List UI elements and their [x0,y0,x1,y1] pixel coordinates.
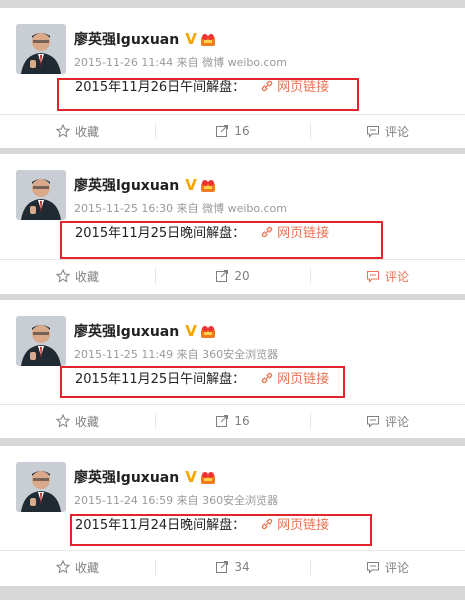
avatar[interactable] [16,316,66,366]
forward-icon [216,415,229,427]
avatar[interactable] [16,462,66,512]
favorite-label: 收藏 [74,269,99,284]
author-name[interactable]: 廖英强lguxuan [74,175,179,195]
web-link-label: 网页链接 [277,226,330,241]
link-clip-icon [261,372,273,383]
comment-label: 评论 [384,269,409,284]
forward-button[interactable]: 16 [155,115,310,147]
forward-icon [216,270,229,282]
verified-v-icon: V [185,176,197,194]
action-bar: 收藏 20 评论 [0,259,465,292]
weibo-feed: 廖英强lguxuan V 2015-11-26 11:44 来自 微博 weib… [0,0,465,600]
forward-button[interactable]: 34 [155,551,310,583]
comment-label: 评论 [384,124,409,139]
web-link-label: 网页链接 [277,80,330,95]
web-link[interactable]: 网页链接 [261,514,329,533]
comment-label: 评论 [384,414,409,429]
favorite-button[interactable]: 收藏 [0,115,155,147]
avatar[interactable] [16,170,66,220]
post-text: 2015年11月25日晚间解盘： 网页链接 [75,222,329,241]
post-text-body: 2015年11月25日午间解盘： [75,372,246,387]
forward-count: 16 [234,124,250,138]
verified-v-icon: V [185,30,197,48]
action-bar: 收藏 16 评论 [0,114,465,147]
post-text-body: 2015年11月25日晚间解盘： [75,226,246,241]
post-card: 廖英强lguxuan V 2015-11-25 11:49 来自 360安全浏览… [0,300,465,438]
favorite-button[interactable]: 收藏 [0,405,155,437]
forward-icon [216,125,229,137]
comment-button[interactable]: 评论 [310,405,465,437]
web-link[interactable]: 网页链接 [261,222,329,241]
avatar[interactable] [16,24,66,74]
favorite-label: 收藏 [74,414,99,429]
comment-icon [366,126,379,138]
post-card: 廖英强lguxuan V 2015-11-26 11:44 来自 微博 weib… [0,8,465,148]
author-name[interactable]: 廖英强lguxuan [74,321,179,341]
author-name[interactable]: 廖英强lguxuan [74,467,179,487]
forward-count: 16 [234,414,250,428]
member-icon[interactable] [200,32,216,46]
action-bar: 收藏 16 评论 [0,404,465,437]
web-link-label: 网页链接 [277,372,330,387]
member-icon[interactable] [200,324,216,338]
post-text: 2015年11月24日晚间解盘： 网页链接 [75,514,329,533]
favorite-label: 收藏 [74,124,99,139]
comment-button[interactable]: 评论 [310,260,465,292]
author-name[interactable]: 廖英强lguxuan [74,29,179,49]
post-text-body: 2015年11月26日午间解盘： [75,80,246,95]
post-meta: 2015-11-26 11:44 来自 微博 weibo.com [74,56,287,69]
verified-v-icon: V [185,322,197,340]
post-meta: 2015-11-25 16:30 来自 微博 weibo.com [74,202,287,215]
web-link[interactable]: 网页链接 [261,368,329,387]
member-icon[interactable] [200,470,216,484]
star-icon [55,560,70,574]
verified-v-icon: V [185,468,197,486]
comment-button[interactable]: 评论 [310,115,465,147]
favorite-button[interactable]: 收藏 [0,551,155,583]
post-card: 廖英强lguxuan V 2015-11-24 16:59 来自 360安全浏览… [0,446,465,586]
forward-count: 34 [234,560,250,574]
favorite-label: 收藏 [74,560,99,575]
author-row: 廖英强lguxuan V [74,467,216,487]
action-bar: 收藏 34 评论 [0,550,465,583]
forward-button[interactable]: 20 [155,260,310,292]
post-text-body: 2015年11月24日晚间解盘： [75,518,246,533]
web-link-label: 网页链接 [277,518,330,533]
star-icon [55,269,70,283]
link-clip-icon [261,518,273,529]
forward-count: 20 [234,269,250,283]
author-row: 廖英强lguxuan V [74,321,216,341]
post-meta: 2015-11-25 11:49 来自 360安全浏览器 [74,348,279,361]
web-link[interactable]: 网页链接 [261,76,329,95]
comment-button[interactable]: 评论 [310,551,465,583]
star-icon [55,124,70,138]
comment-icon [366,271,379,283]
forward-button[interactable]: 16 [155,405,310,437]
star-icon [55,414,70,428]
post-text: 2015年11月25日午间解盘： 网页链接 [75,368,329,387]
author-row: 廖英强lguxuan V [74,29,216,49]
member-icon[interactable] [200,178,216,192]
link-clip-icon [261,80,273,91]
post-text: 2015年11月26日午间解盘： 网页链接 [75,76,329,95]
author-row: 廖英强lguxuan V [74,175,216,195]
post-meta: 2015-11-24 16:59 来自 360安全浏览器 [74,494,279,507]
comment-icon [366,416,379,428]
forward-icon [216,561,229,573]
link-clip-icon [261,226,273,237]
post-card: 廖英强lguxuan V 2015-11-25 16:30 来自 微博 weib… [0,154,465,294]
comment-icon [366,562,379,574]
comment-label: 评论 [384,560,409,575]
favorite-button[interactable]: 收藏 [0,260,155,292]
